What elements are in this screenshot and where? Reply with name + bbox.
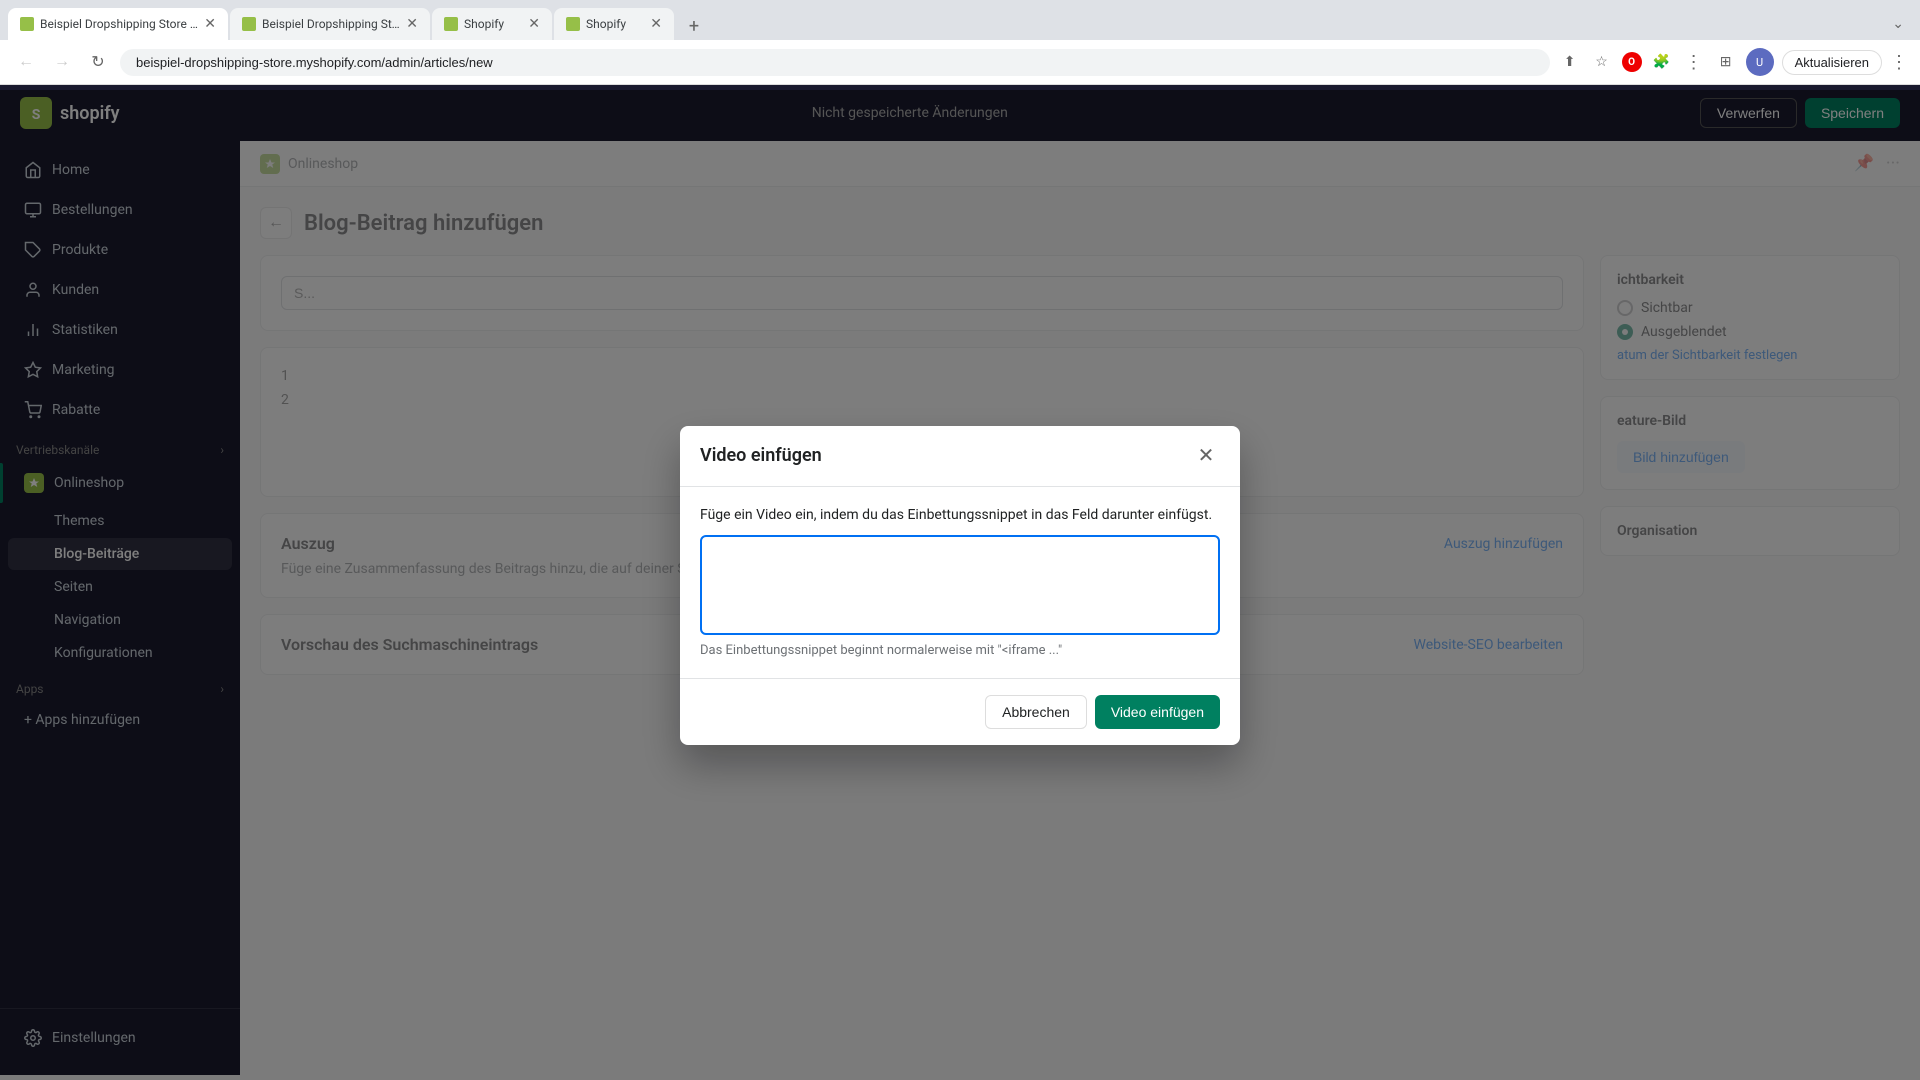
cancel-button[interactable]: Abbrechen	[985, 695, 1087, 729]
browser-chrome: Beispiel Dropshipping Store · E... ✕ Bei…	[0, 0, 1920, 85]
browser-address-bar: ← → ↻ ⬆ ☆ O 🧩 ⋮ ⊞ U Aktualisieren ⋮	[0, 40, 1920, 85]
modal-textarea[interactable]	[700, 535, 1220, 635]
confirm-video-button[interactable]: Video einfügen	[1095, 695, 1220, 729]
forward-button[interactable]: →	[48, 48, 76, 76]
tab-list-button[interactable]: ⌄	[1884, 8, 1912, 40]
tab3-label: Shopify	[464, 17, 522, 31]
tab2-label: Beispiel Dropshipping Store	[262, 17, 400, 31]
tab3-icon	[444, 17, 458, 31]
modal-overlay[interactable]: Video einfügen ✕ Füge ein Video ein, ind…	[0, 90, 1920, 1080]
grid-icon[interactable]: ⊞	[1714, 50, 1738, 74]
tab2-icon	[242, 17, 256, 31]
modal-description: Füge ein Video ein, indem du das Einbett…	[700, 507, 1220, 523]
tab1-close[interactable]: ✕	[204, 16, 216, 32]
tab4-label: Shopify	[586, 17, 644, 31]
modal-footer: Abbrechen Video einfügen	[680, 678, 1240, 745]
user-avatar[interactable]: U	[1746, 48, 1774, 76]
tab2-close[interactable]: ✕	[406, 16, 418, 32]
tab4-icon	[566, 17, 580, 31]
opera-icon: O	[1622, 52, 1642, 72]
share-icon: ⬆	[1558, 50, 1582, 74]
browser-tab-1[interactable]: Beispiel Dropshipping Store · E... ✕	[8, 8, 228, 40]
browser-tab-4[interactable]: Shopify ✕	[554, 8, 674, 40]
aktualisieren-button[interactable]: Aktualisieren	[1782, 50, 1882, 75]
address-input[interactable]	[120, 49, 1550, 76]
tab1-label: Beispiel Dropshipping Store · E...	[40, 17, 198, 31]
modal-close-button[interactable]: ✕	[1192, 442, 1220, 470]
browser-tab-2[interactable]: Beispiel Dropshipping Store ✕	[230, 8, 430, 40]
modal-body: Füge ein Video ein, indem du das Einbett…	[680, 487, 1240, 678]
modal: Video einfügen ✕ Füge ein Video ein, ind…	[680, 426, 1240, 745]
modal-hint: Das Einbettungssnippet beginnt normalerw…	[700, 643, 1220, 658]
new-tab-button[interactable]: +	[680, 12, 708, 40]
bookmark-icon[interactable]: ☆	[1590, 50, 1614, 74]
extensions-icon[interactable]: 🧩	[1650, 50, 1674, 74]
reload-button[interactable]: ↻	[84, 48, 112, 76]
tab4-close[interactable]: ✕	[650, 16, 662, 32]
modal-title: Video einfügen	[700, 445, 822, 466]
browser-tabs-bar: Beispiel Dropshipping Store · E... ✕ Bei…	[0, 0, 1920, 40]
menu-icon[interactable]: ⋮	[1682, 50, 1706, 74]
more-options-icon[interactable]: ⋮	[1890, 52, 1908, 73]
modal-header: Video einfügen ✕	[680, 426, 1240, 487]
browser-tab-3[interactable]: Shopify ✕	[432, 8, 552, 40]
tab1-icon	[20, 17, 34, 31]
back-button[interactable]: ←	[12, 48, 40, 76]
tab3-close[interactable]: ✕	[528, 16, 540, 32]
